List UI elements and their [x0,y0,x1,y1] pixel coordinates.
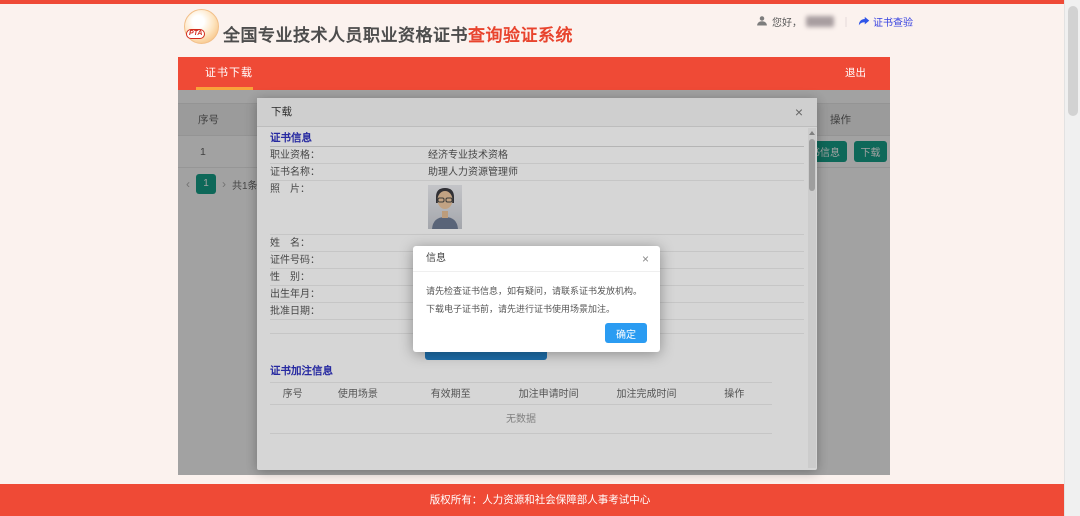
page-title-main: 全国专业技术人员职业资格证书 [223,26,468,45]
browser-scrollbar[interactable] [1064,0,1080,516]
browser-scrollbar-thumb[interactable] [1068,6,1078,116]
info-message-line1: 请先检查证书信息，如有疑问，请联系证书发放机构。 [426,284,642,297]
logout-button[interactable]: 退出 [845,57,866,90]
page: PTA 全国专业技术人员职业资格证书查询验证系统 您好， ｜ 证书查验 证书下载… [0,0,1080,516]
share-arrow-icon [858,15,870,27]
greeting-text: 您好， [772,14,802,29]
pta-logo-text: PTA [186,29,205,39]
username-redacted [806,16,834,27]
top-accent-line [0,0,1080,4]
certificate-verify-link[interactable]: 证书查验 [858,14,913,29]
user-greeting: 您好， ｜ 证书查验 [756,14,913,28]
confirm-button[interactable]: 确定 [605,323,647,343]
info-message-line2: 下载电子证书前，请先进行证书使用场景加注。 [426,302,615,315]
separator: ｜ [841,14,851,29]
copyright-text: 版权所有：人力资源和社会保障部人事考试中心 [0,484,1080,516]
info-dialog: 信息 × 请先检查证书信息，如有疑问，请联系证书发放机构。 下载电子证书前，请先… [413,246,660,352]
tab-certificate-download[interactable]: 证书下载 [205,57,253,90]
user-icon [756,15,768,27]
info-dialog-close-icon[interactable]: × [642,246,649,272]
info-dialog-title: 信息 [426,246,446,272]
info-dialog-header: 信息 × [413,246,660,272]
main-navbar: 证书下载 退出 [178,57,890,90]
pta-logo-icon: PTA [184,9,219,44]
verify-link-label: 证书查验 [873,14,913,29]
page-title-accent: 查询验证系统 [468,26,573,45]
footer: 版权所有：人力资源和社会保障部人事考试中心 [0,484,1080,516]
page-title: 全国专业技术人员职业资格证书查询验证系统 [223,21,573,46]
